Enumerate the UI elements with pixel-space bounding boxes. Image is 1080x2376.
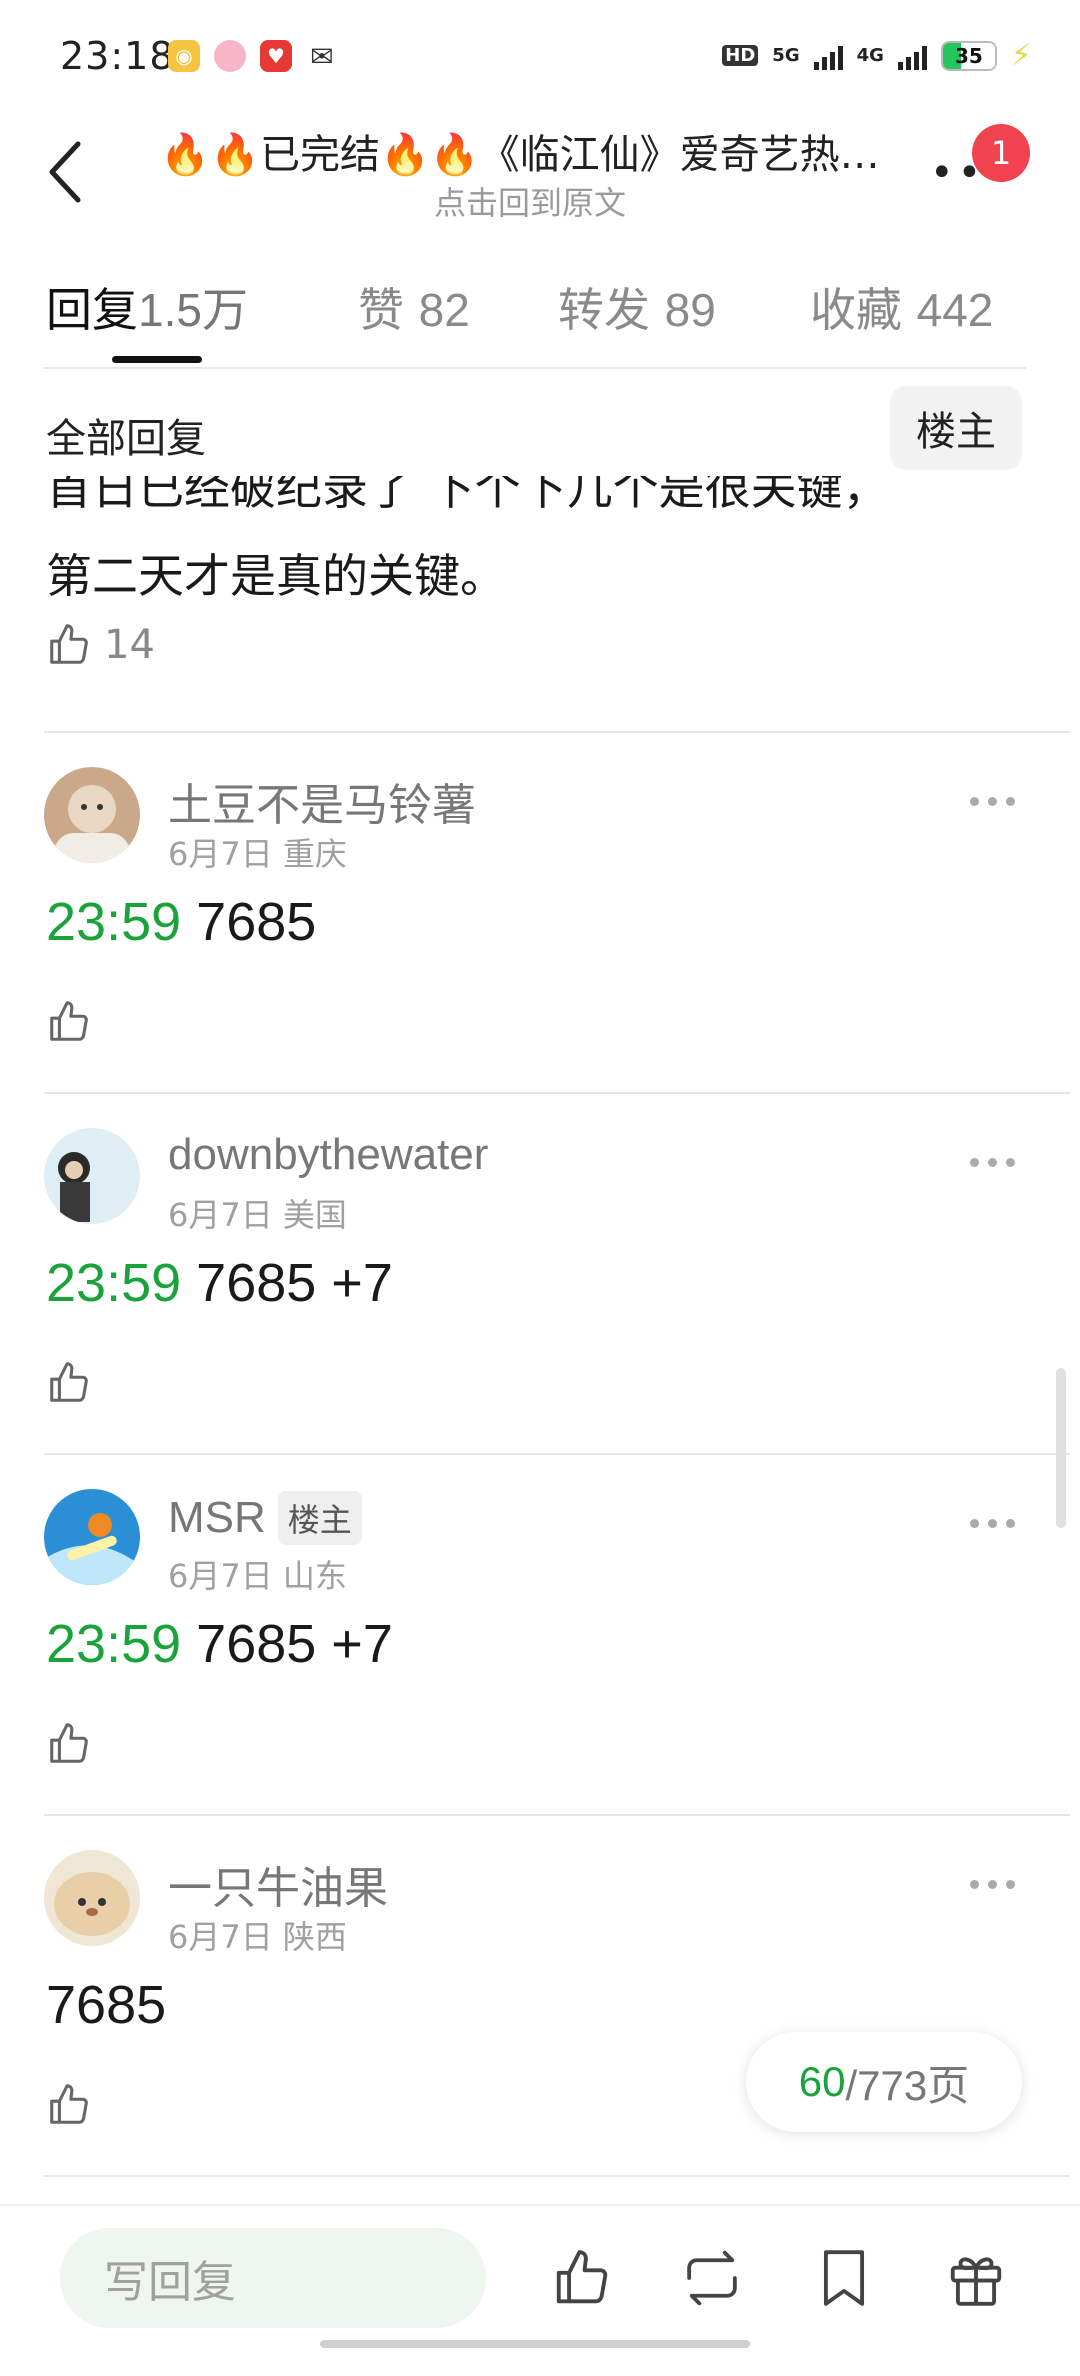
5g-label: 5G bbox=[772, 45, 800, 66]
like-button[interactable] bbox=[46, 999, 92, 1045]
tab-label: 收藏 bbox=[810, 283, 902, 337]
like-button[interactable]: 14 bbox=[46, 622, 155, 668]
divider bbox=[44, 367, 1026, 369]
comment-more-button[interactable] bbox=[970, 1519, 1015, 1528]
tab-favorites[interactable]: 收藏 442 bbox=[810, 274, 993, 340]
repost-button[interactable] bbox=[676, 2242, 748, 2314]
owner-only-button[interactable]: 楼主 bbox=[890, 386, 1022, 470]
comment-text: 第二天才是真的关键。 bbox=[46, 549, 506, 603]
bookmark-icon bbox=[823, 2250, 865, 2306]
tab-likes[interactable]: 赞 82 bbox=[358, 274, 470, 340]
tab-count: 442 bbox=[916, 284, 994, 336]
status-app-icons: ◉ ♥ ✉ bbox=[168, 40, 338, 73]
avatar[interactable] bbox=[44, 1489, 140, 1585]
post-header: 🔥🔥已完结🔥🔥《临江仙》爱奇艺热… 点击回到原文 •• 1 bbox=[0, 110, 1080, 240]
total-pages: /773页 bbox=[845, 2061, 970, 2109]
all-replies-label[interactable]: 全部回复 bbox=[46, 406, 206, 464]
tab-label: 赞 bbox=[358, 283, 404, 337]
tab-active-indicator bbox=[112, 356, 202, 363]
comment-text: 23:59 7685 +7 bbox=[46, 1253, 393, 1313]
username[interactable]: 一只牛油果 bbox=[168, 1852, 388, 1916]
comment-meta: 6月7日 山东 bbox=[168, 1557, 347, 1595]
charging-icon: ⚡ bbox=[1010, 38, 1032, 73]
username[interactable]: MSR 楼主 bbox=[168, 1491, 362, 1545]
comment-item: MSR 楼主 6月7日 山东 23:59 7685 +7 bbox=[0, 1453, 1080, 1813]
tab-bar: 回复1.5万 赞 82 转发 89 收藏 442 bbox=[0, 250, 1080, 370]
status-indicators: HD 5G 4G 35 ⚡ bbox=[722, 38, 1032, 73]
comment-clipped-line: 首日已经破纪录了 下个下几个是很关键， bbox=[46, 476, 1036, 526]
comment-item: 土豆不是马铃薯 6月7日 重庆 23:59 7685 bbox=[0, 731, 1080, 1091]
comment-text: 首日已经破纪录了 下个下几个是很关键， bbox=[46, 476, 889, 515]
comment-meta: 6月7日 陕西 bbox=[168, 1918, 347, 1956]
back-to-original-link[interactable]: 点击回到原文 bbox=[140, 178, 920, 224]
filter-row: 全部回复 楼主 bbox=[0, 386, 1080, 476]
tab-label: 回复 bbox=[46, 283, 138, 337]
battery-icon: 35 bbox=[940, 40, 997, 71]
tab-label: 转发 bbox=[558, 283, 650, 337]
app-red-icon: ♥ bbox=[260, 40, 292, 72]
tab-reposts[interactable]: 转发 89 bbox=[558, 274, 716, 340]
app-dot-icon bbox=[214, 40, 246, 72]
comment-text: 7685 bbox=[46, 1975, 167, 2035]
scrollbar[interactable] bbox=[1056, 1368, 1066, 1528]
reply-input[interactable]: 写回复 bbox=[60, 2228, 486, 2328]
tab-replies[interactable]: 回复1.5万 bbox=[46, 274, 248, 340]
page-indicator-button[interactable]: 60/773页 bbox=[746, 2032, 1022, 2132]
repost-icon bbox=[687, 2250, 737, 2306]
comment-item: downbythewater 6月7日 美国 23:59 7685 +7 bbox=[0, 1092, 1080, 1452]
comment-text: 23:59 7685 bbox=[46, 892, 317, 952]
bookmark-button[interactable] bbox=[808, 2242, 880, 2314]
username[interactable]: 土豆不是马铃薯 bbox=[168, 769, 476, 833]
comment-text: 23:59 7685 +7 bbox=[46, 1614, 393, 1674]
thumb-up-icon bbox=[50, 1001, 88, 1041]
comment-timestamp: 23:59 bbox=[46, 1253, 182, 1313]
home-indicator bbox=[320, 2340, 750, 2348]
signal-4g-icon bbox=[897, 42, 927, 70]
avatar[interactable] bbox=[44, 767, 140, 863]
like-button[interactable] bbox=[46, 1360, 92, 1406]
avatar[interactable] bbox=[44, 1850, 140, 1946]
divider bbox=[44, 2175, 1070, 2177]
tab-count: 89 bbox=[664, 284, 716, 336]
like-button[interactable] bbox=[46, 1721, 92, 1767]
post-title[interactable]: 🔥🔥已完结🔥🔥《临江仙》爱奇艺热… bbox=[140, 122, 900, 180]
owner-badge: 楼主 bbox=[277, 1491, 362, 1545]
current-page: 60 bbox=[798, 2058, 846, 2105]
comment-timestamp: 23:59 bbox=[46, 1614, 182, 1674]
hd-icon: HD bbox=[722, 45, 759, 66]
like-button[interactable] bbox=[46, 2082, 92, 2128]
thumb-up-icon bbox=[50, 624, 88, 664]
back-button[interactable] bbox=[36, 132, 96, 212]
thumb-up-icon bbox=[556, 2250, 608, 2304]
tab-count: 1.5万 bbox=[138, 284, 248, 336]
4g-label: 4G bbox=[856, 45, 884, 66]
gift-icon bbox=[950, 2257, 1002, 2306]
thumb-up-icon bbox=[50, 1723, 88, 1763]
status-bar: 23:18 ◉ ♥ ✉ HD 5G 4G 35 ⚡ bbox=[0, 0, 1080, 110]
comment-meta: 6月7日 重庆 bbox=[168, 835, 347, 873]
like-post-button[interactable] bbox=[546, 2242, 618, 2314]
wechat-icon: ✉ bbox=[306, 40, 338, 73]
like-count: 14 bbox=[104, 622, 155, 668]
username[interactable]: downbythewater bbox=[168, 1130, 488, 1180]
chevron-left-icon bbox=[49, 141, 81, 203]
bottom-action-bar: 写回复 bbox=[0, 2204, 1080, 2376]
gift-button[interactable] bbox=[940, 2242, 1012, 2314]
thumb-up-icon bbox=[50, 1362, 88, 1402]
comment-more-button[interactable] bbox=[970, 1880, 1015, 1889]
comment-more-button[interactable] bbox=[970, 797, 1015, 806]
status-time: 23:18 bbox=[60, 34, 175, 78]
comment-more-button[interactable] bbox=[970, 1158, 1015, 1167]
notification-badge[interactable]: 1 bbox=[972, 124, 1030, 182]
thumb-up-icon bbox=[50, 2084, 88, 2124]
weibo-icon: ◉ bbox=[168, 40, 200, 72]
avatar[interactable] bbox=[44, 1128, 140, 1224]
comment-meta: 6月7日 美国 bbox=[168, 1196, 347, 1234]
signal-5g-icon bbox=[813, 42, 843, 70]
tab-count: 82 bbox=[418, 284, 470, 336]
comment-timestamp: 23:59 bbox=[46, 892, 182, 952]
battery-level: 35 bbox=[955, 43, 983, 68]
